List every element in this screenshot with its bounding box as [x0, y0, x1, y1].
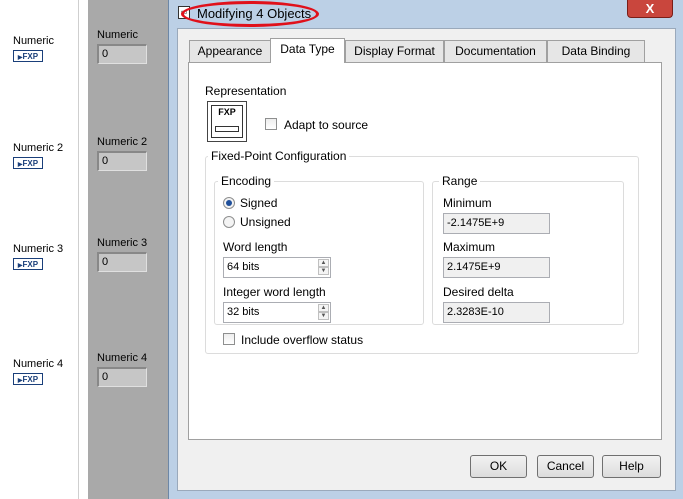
- overflow-status-label: Include overflow status: [241, 333, 364, 347]
- properties-dialog: ▭ Modifying 4 Objects X Appearance Data …: [168, 0, 683, 499]
- word-length-stepper[interactable]: ▲ ▼: [318, 259, 329, 276]
- close-button[interactable]: X: [627, 0, 673, 18]
- integer-word-length-field[interactable]: 32 bits ▲ ▼: [223, 302, 331, 323]
- close-icon: X: [645, 1, 655, 16]
- window-divider: [78, 0, 79, 499]
- word-length-label: Word length: [223, 240, 288, 254]
- integer-word-length-stepper[interactable]: ▲ ▼: [318, 304, 329, 321]
- fxp-terminal[interactable]: ▶FXP: [13, 50, 43, 62]
- fixed-point-bar-icon: [215, 126, 239, 132]
- fxp-terminal[interactable]: ▶FXP: [13, 373, 43, 385]
- range-heading: Range: [439, 174, 481, 188]
- tab-display-format[interactable]: Display Format: [345, 40, 444, 62]
- word-length-field[interactable]: 64 bits ▲ ▼: [223, 257, 331, 278]
- signed-radio[interactable]: [223, 197, 235, 209]
- maximum-field[interactable]: 2.1475E+9: [443, 257, 550, 278]
- tab-appearance[interactable]: Appearance: [189, 40, 271, 62]
- unsigned-label: Unsigned: [240, 215, 291, 229]
- tab-documentation[interactable]: Documentation: [444, 40, 547, 62]
- tab-data-binding[interactable]: Data Binding: [547, 40, 645, 62]
- fxp-terminal[interactable]: ▶FXP: [13, 157, 43, 169]
- terminal-label: Numeric: [13, 35, 54, 47]
- signed-label: Signed: [240, 196, 278, 210]
- terminal-label: Numeric 4: [13, 358, 64, 370]
- title-highlight-ring: [181, 1, 319, 27]
- spin-up-icon[interactable]: ▲: [318, 259, 329, 267]
- numeric-control[interactable]: 0: [97, 367, 147, 387]
- control-label: Numeric 4: [97, 352, 148, 364]
- encoding-heading: Encoding: [218, 174, 275, 188]
- help-button[interactable]: Help: [602, 455, 661, 478]
- numeric-control[interactable]: 0: [97, 252, 147, 272]
- tab-data-type[interactable]: Data Type: [270, 38, 345, 63]
- desired-delta-field[interactable]: 2.3283E-10: [443, 302, 550, 323]
- spin-down-icon[interactable]: ▼: [318, 312, 329, 320]
- maximum-label: Maximum: [443, 240, 496, 254]
- adapt-to-source-label: Adapt to source: [284, 118, 369, 132]
- front-panel-area: Numeric 0 Numeric 2 0 Numeric 3 0 Numeri…: [88, 0, 168, 499]
- fixed-point-heading: Fixed-Point Configuration: [208, 149, 350, 163]
- spin-up-icon[interactable]: ▲: [318, 304, 329, 312]
- spin-down-icon[interactable]: ▼: [318, 267, 329, 275]
- integer-word-length-label: Integer word length: [223, 285, 326, 299]
- terminal-label: Numeric 2: [13, 142, 64, 154]
- overflow-status-checkbox[interactable]: [223, 333, 235, 345]
- representation-heading: Representation: [205, 84, 287, 98]
- desired-delta-label: Desired delta: [443, 285, 514, 299]
- control-label: Numeric 3: [97, 237, 148, 249]
- adapt-to-source-checkbox[interactable]: [265, 118, 277, 130]
- minimum-field[interactable]: -2.1475E+9: [443, 213, 550, 234]
- control-label: Numeric: [97, 29, 138, 41]
- representation-selector[interactable]: FXP: [207, 101, 247, 142]
- cancel-button[interactable]: Cancel: [537, 455, 594, 478]
- numeric-control[interactable]: 0: [97, 44, 147, 64]
- fxp-terminal[interactable]: ▶FXP: [13, 258, 43, 270]
- ok-button[interactable]: OK: [470, 455, 527, 478]
- unsigned-radio[interactable]: [223, 216, 235, 228]
- dialog-client-area: Appearance Data Type Display Format Docu…: [177, 28, 676, 491]
- control-label: Numeric 2: [97, 136, 148, 148]
- dialog-titlebar[interactable]: ▭ Modifying 4 Objects X: [169, 0, 683, 27]
- numeric-control[interactable]: 0: [97, 151, 147, 171]
- minimum-label: Minimum: [443, 196, 492, 210]
- terminal-label: Numeric 3: [13, 243, 64, 255]
- fxp-representation-icon: FXP: [211, 105, 243, 138]
